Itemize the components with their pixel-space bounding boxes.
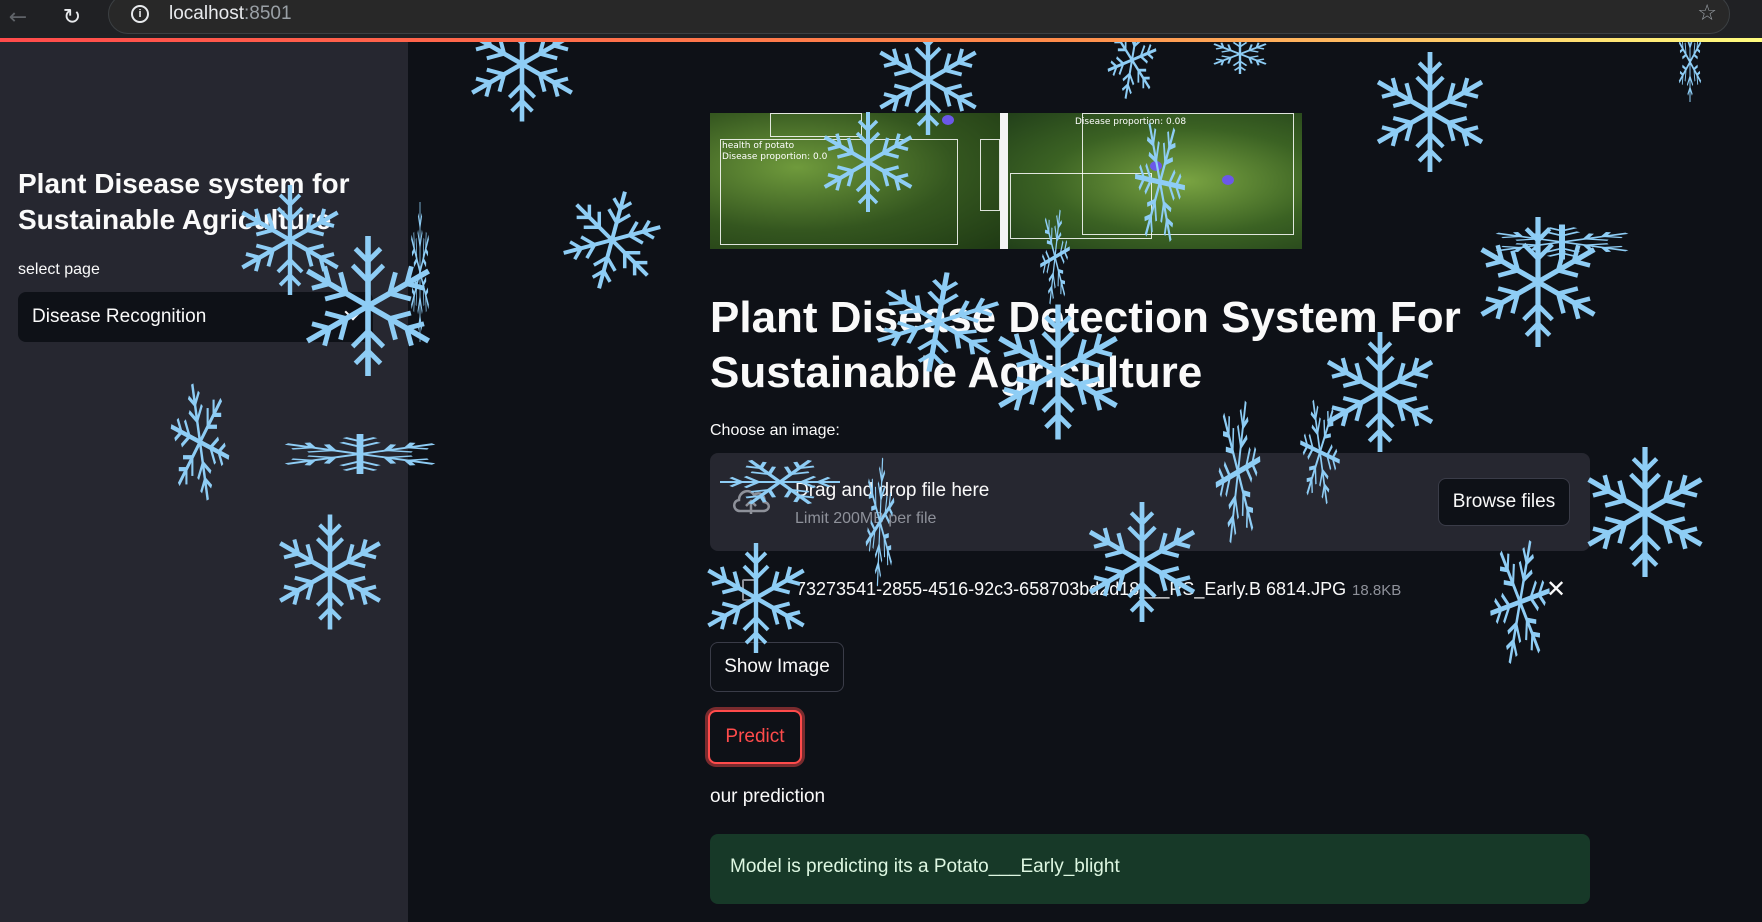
page-title: Plant Disease Detection System For Susta…	[710, 293, 1461, 397]
sidebar: Plant Disease system for Sustainable Agr…	[0, 42, 408, 922]
prediction-success-alert: Model is predicting its a Potato___Early…	[710, 834, 1590, 904]
detection-box	[980, 139, 1000, 211]
uploaded-file-row: 73273541-2855-4516-92c3-658703bd2d18___R…	[710, 567, 1570, 613]
close-icon[interactable]: ✕	[1546, 575, 1566, 603]
uploader-label: Choose an image:	[710, 422, 840, 439]
file-icon	[742, 579, 758, 601]
file-dropzone[interactable]: Drag and drop file here Limit 200MB per …	[710, 453, 1590, 551]
show-image-button[interactable]: Show Image	[710, 642, 844, 692]
url-text[interactable]: localhost:8501	[169, 3, 292, 25]
snowflake-icon	[552, 179, 672, 301]
snowflake-icon	[1102, 42, 1162, 109]
browser-toolbar: ← ↻ i localhost:8501 ☆	[0, 0, 1762, 38]
snowflake-icon	[1582, 447, 1709, 577]
select-page-label: select page	[18, 261, 100, 278]
detection-box	[770, 113, 862, 137]
flower-spot	[1150, 161, 1162, 171]
sidebar-title: Plant Disease system for Sustainable Agr…	[18, 168, 350, 235]
page-select-value: Disease Recognition	[32, 306, 207, 327]
snowflake-icon	[1475, 217, 1602, 347]
prediction-heading: our prediction	[710, 786, 826, 807]
snowflake-icon	[1678, 42, 1702, 102]
dropzone-instructions: Drag and drop file here	[795, 480, 990, 501]
banner-image: health of potato Disease proportion: 0.0…	[710, 113, 1302, 249]
banner-label-health: health of potato	[722, 141, 795, 151]
snowflake-icon	[466, 42, 578, 122]
prediction-result: Model is predicting its a Potato___Early…	[730, 856, 1120, 877]
snowflake-icon	[410, 202, 430, 342]
back-arrow-icon[interactable]: ←	[4, 4, 32, 32]
snowflake-icon	[1211, 42, 1270, 74]
page-select[interactable]: Disease Recognition	[18, 292, 373, 342]
predict-button[interactable]: Predict	[708, 710, 802, 764]
star-icon[interactable]: ☆	[1697, 1, 1717, 26]
uploaded-file-size: 18.8KB	[1352, 582, 1402, 599]
detection-box	[1010, 173, 1152, 239]
uploaded-file-name: 73273541-2855-4516-92c3-658703bd2d18___R…	[796, 579, 1347, 599]
cloud-upload-icon	[733, 489, 770, 514]
url-port: :8501	[244, 3, 292, 24]
snowflake-icon	[1489, 225, 1635, 260]
reload-icon[interactable]: ↻	[58, 4, 86, 32]
snowflake-icon	[1371, 52, 1488, 172]
flower-spot	[1222, 175, 1234, 185]
banner-label-proportion-right: Disease proportion: 0.08	[1075, 117, 1187, 127]
chevron-down-icon	[344, 303, 362, 321]
dropzone-limit: Limit 200MB per file	[795, 510, 937, 527]
url-host: localhost	[169, 3, 244, 24]
banner-divider	[1000, 113, 1008, 249]
address-bar[interactable]: i localhost:8501 ☆	[108, 0, 1730, 34]
info-icon[interactable]: i	[131, 5, 149, 23]
browse-files-button[interactable]: Browse files	[1438, 478, 1570, 526]
banner-label-proportion-left: Disease proportion: 0.0	[722, 152, 828, 162]
flower-spot	[942, 115, 954, 125]
